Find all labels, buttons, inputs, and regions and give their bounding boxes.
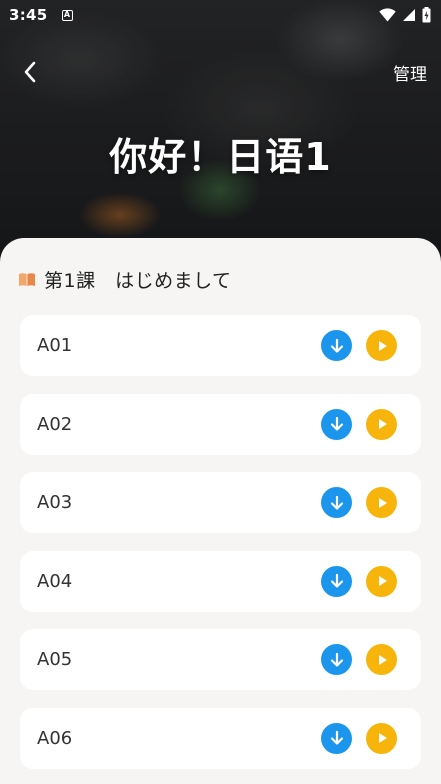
manage-button[interactable]: 管理 [393, 60, 427, 85]
lesson-header: 第1課 はじめまして [18, 266, 232, 293]
list-item[interactable]: A02 [20, 393, 421, 455]
play-icon [378, 419, 387, 429]
play-button[interactable] [366, 644, 397, 675]
status-time: 3:45 [9, 6, 48, 24]
item-actions [321, 565, 397, 597]
download-button[interactable] [321, 565, 352, 597]
item-label: A06 [37, 727, 73, 749]
track-list: A01 A02 A03 A04 A05 A06 [20, 315, 421, 784]
download-icon [330, 338, 343, 353]
download-button[interactable] [321, 330, 352, 361]
signal-icon [403, 9, 415, 21]
play-button[interactable] [366, 722, 397, 754]
play-icon [378, 733, 387, 743]
play-icon [378, 576, 387, 586]
play-button[interactable] [366, 408, 397, 440]
item-label: A03 [37, 492, 73, 513]
download-button[interactable] [321, 408, 352, 440]
list-item[interactable]: A04 [20, 550, 421, 612]
list-item[interactable]: A06 [20, 707, 421, 769]
download-icon [330, 573, 343, 588]
item-label: A02 [37, 413, 73, 435]
item-actions [321, 644, 397, 675]
item-label: A05 [37, 649, 73, 670]
download-icon [330, 416, 343, 431]
play-icon [378, 497, 387, 508]
lesson-sheet: 第1課 はじめまして A01 A02 A03 A04 A05 A06 [0, 238, 441, 784]
download-button[interactable] [321, 722, 352, 754]
status-icons [379, 7, 431, 23]
wifi-icon [379, 8, 396, 22]
list-item[interactable]: A01 [20, 315, 421, 376]
status-bar: 3:45 A [0, 0, 441, 30]
item-actions [321, 330, 397, 361]
item-label: A01 [37, 335, 73, 356]
chevron-left-icon [24, 61, 36, 83]
play-icon [378, 654, 387, 665]
book-icon [19, 273, 35, 286]
download-icon [330, 730, 343, 745]
play-button[interactable] [366, 330, 397, 361]
item-actions [321, 408, 397, 440]
play-button[interactable] [366, 487, 397, 518]
notification-icon: A [61, 9, 73, 21]
page-title: 你好！日语1 [109, 135, 332, 179]
download-icon [330, 495, 343, 510]
item-label: A04 [37, 570, 73, 592]
back-button[interactable] [16, 58, 44, 86]
download-button[interactable] [321, 487, 352, 518]
play-icon [378, 340, 387, 351]
battery-charging-icon [422, 7, 431, 23]
list-item[interactable]: A05 [20, 629, 421, 690]
download-button[interactable] [321, 644, 352, 675]
download-icon [330, 652, 343, 667]
list-item[interactable]: A03 [20, 472, 421, 533]
lesson-title: 第1課 はじめまして [44, 270, 232, 292]
header: 管理 [0, 50, 441, 94]
play-button[interactable] [366, 565, 397, 597]
item-actions [321, 487, 397, 518]
item-actions [321, 722, 397, 754]
